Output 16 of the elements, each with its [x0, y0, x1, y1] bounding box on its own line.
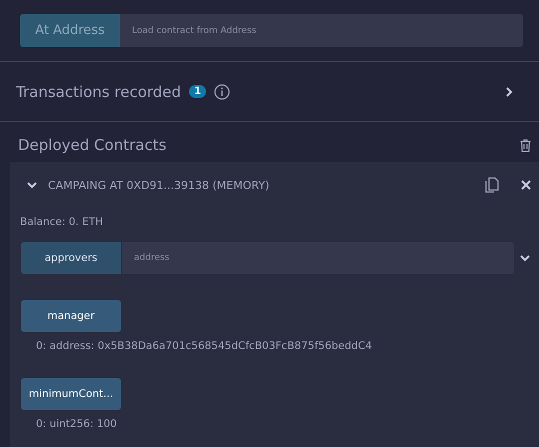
result-text: 0: uint256: 100 — [35, 417, 118, 430]
transactions-label: Transactions recorded — [16, 82, 182, 100]
function-button[interactable]: minimumCont... — [21, 378, 121, 410]
function-button[interactable]: manager — [21, 300, 121, 332]
info-icon[interactable] — [214, 84, 230, 100]
contract-title: CAMPAING AT 0XD91...39138 (MEMORY) — [48, 178, 270, 192]
function-button[interactable]: approvers — [21, 242, 121, 274]
trash-icon[interactable] — [520, 138, 531, 152]
address-input[interactable]: Load contract from Address — [120, 14, 523, 47]
section-title: Deployed Contracts — [18, 136, 166, 154]
argument-input[interactable]: address — [122, 242, 514, 274]
count-badge: 1 — [189, 85, 206, 98]
result-text: 0: address: 0x5B38Da6a701c568545dCfcB03FcB875f56beddC4 — [35, 339, 373, 352]
balance-text: Balance: 0. ETH — [19, 215, 104, 230]
copy-icon[interactable] — [485, 177, 499, 193]
close-icon[interactable] — [521, 180, 531, 190]
